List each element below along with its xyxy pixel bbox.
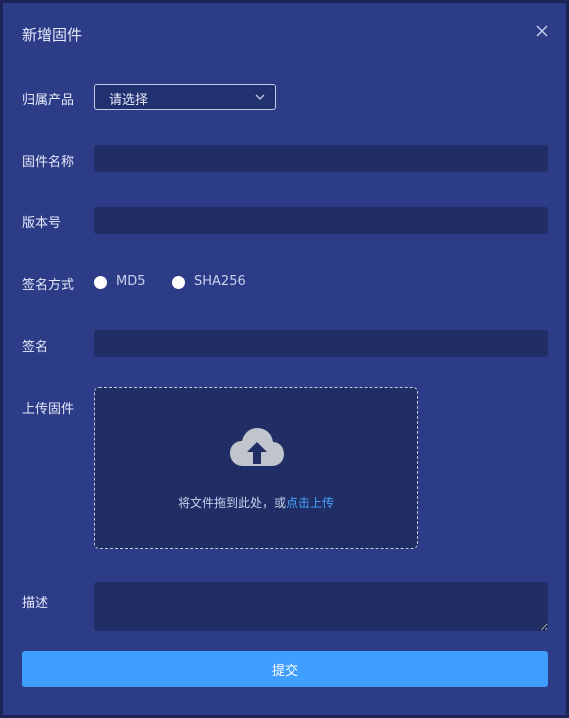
sign-method-label: 签名方式	[22, 278, 75, 293]
chevron-down-icon	[255, 94, 265, 100]
signature-input[interactable]	[94, 330, 548, 357]
close-icon[interactable]	[534, 23, 550, 39]
firmware-name-label: 固件名称	[22, 155, 75, 170]
signature-label: 签名	[22, 340, 49, 355]
add-firmware-dialog: 新增固件 归属产品 请选择 固件名称 版本号 签名方式 MD5 SHA256 签…	[3, 3, 566, 715]
upload-label: 上传固件	[22, 402, 75, 417]
upload-hint-text: 将文件拖到此处，或	[177, 496, 286, 510]
radio-sha256-circle	[172, 276, 185, 289]
upload-hint: 将文件拖到此处，或点击上传	[95, 494, 417, 511]
radio-sha256-label: SHA256	[194, 274, 246, 289]
submit-button[interactable]: 提交	[22, 651, 548, 687]
product-select[interactable]: 请选择	[94, 84, 276, 110]
radio-md5-circle	[94, 276, 107, 289]
description-textarea[interactable]	[94, 582, 548, 631]
upload-click-link[interactable]: 点击上传	[286, 496, 334, 510]
cloud-upload-icon	[230, 428, 284, 466]
dialog-title: 新增固件	[22, 26, 83, 44]
product-select-placeholder: 请选择	[109, 93, 149, 108]
radio-md5-label: MD5	[116, 274, 146, 289]
description-label: 描述	[22, 596, 49, 611]
product-label: 归属产品	[22, 93, 75, 108]
upload-dropzone[interactable]: 将文件拖到此处，或点击上传	[94, 387, 418, 549]
version-input[interactable]	[94, 207, 548, 234]
firmware-name-input[interactable]	[94, 145, 548, 172]
version-label: 版本号	[22, 216, 62, 231]
